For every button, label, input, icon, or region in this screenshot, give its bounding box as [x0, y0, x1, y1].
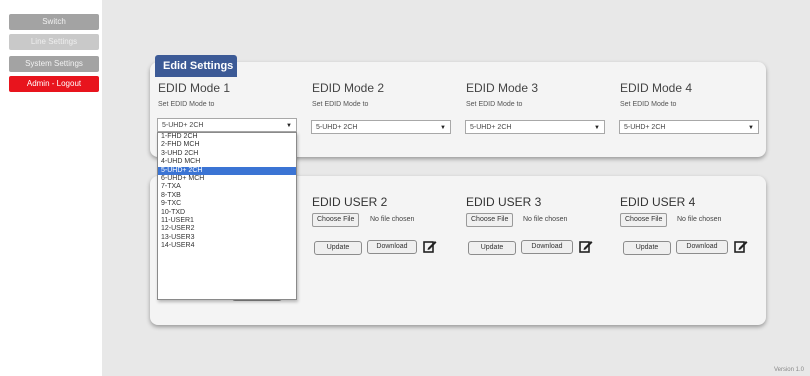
- dropdown-option[interactable]: 14-USER4: [158, 242, 296, 250]
- dropdown-option[interactable]: 12-USER2: [158, 225, 296, 233]
- version-text: Version 1.0: [773, 367, 804, 373]
- edid-settings-tab[interactable]: Edid Settings: [155, 55, 237, 77]
- mode-4-label: Set EDID Mode to: [620, 101, 677, 108]
- mode-3-title: EDID Mode 3: [466, 81, 539, 95]
- dropdown-option[interactable]: 1-FHD 2CH: [158, 133, 296, 141]
- user-3-no-file-text: No file chosen: [523, 216, 568, 223]
- mode-1-value: 5-UHD+ 2CH: [162, 122, 204, 129]
- dropdown-option[interactable]: 10-TXD: [158, 209, 296, 217]
- mode-2-value: 5-UHD+ 2CH: [316, 124, 358, 131]
- user-4-download-button[interactable]: Download: [676, 240, 728, 254]
- nav-system-settings-button[interactable]: System Settings: [9, 56, 99, 72]
- dropdown-option[interactable]: 4-UHD MCH: [158, 158, 296, 166]
- mode-1-label: Set EDID Mode to: [158, 101, 215, 108]
- mode-1-title: EDID Mode 1: [158, 81, 231, 95]
- dropdown-option[interactable]: 13-USER3: [158, 234, 296, 242]
- mode-3-value: 5-UHD+ 2CH: [470, 124, 512, 131]
- left-nav: Switch Line Settings System Settings Adm…: [0, 0, 102, 376]
- chevron-down-icon: ▼: [594, 125, 600, 131]
- mode-4-select[interactable]: 5-UHD+ 2CH ▼: [619, 120, 759, 134]
- user-4-choose-file-button[interactable]: Choose File: [620, 213, 668, 227]
- mode-1-select[interactable]: 5-UHD+ 2CH ▼: [157, 118, 297, 132]
- mode-1-dropdown-list: 1-FHD 2CH 2-FHD MCH 3-UHD 2CH 4-UHD MCH …: [157, 132, 297, 300]
- edit-icon[interactable]: [734, 239, 748, 253]
- dropdown-option[interactable]: 3-UHD 2CH: [158, 150, 296, 158]
- user-2-download-button[interactable]: Download: [367, 240, 417, 254]
- dropdown-option[interactable]: 8-TXB: [158, 192, 296, 200]
- mode-2-select[interactable]: 5-UHD+ 2CH ▼: [311, 120, 451, 134]
- mode-4-value: 5-UHD+ 2CH: [624, 124, 666, 131]
- edit-icon[interactable]: [579, 239, 593, 253]
- user-3-update-button[interactable]: Update: [468, 241, 516, 255]
- nav-logout-button[interactable]: Admin - Logout: [9, 76, 99, 92]
- user-4-update-button[interactable]: Update: [623, 241, 671, 255]
- dropdown-option[interactable]: 11-USER1: [158, 217, 296, 225]
- dropdown-option[interactable]: 6-UHD+ MCH: [158, 175, 296, 183]
- chevron-down-icon: ▼: [748, 125, 754, 131]
- user-2-choose-file-button[interactable]: Choose File: [312, 213, 360, 227]
- chevron-down-icon: ▼: [440, 125, 446, 131]
- user-3-choose-file-button[interactable]: Choose File: [466, 213, 514, 227]
- user-3-title: EDID USER 3: [466, 195, 542, 209]
- dropdown-option[interactable]: 2-FHD MCH: [158, 141, 296, 149]
- mode-3-label: Set EDID Mode to: [466, 101, 523, 108]
- mode-4-title: EDID Mode 4: [620, 81, 693, 95]
- dropdown-option[interactable]: 7-TXA: [158, 183, 296, 191]
- mode-3-select[interactable]: 5-UHD+ 2CH ▼: [465, 120, 605, 134]
- dropdown-option-selected[interactable]: 5-UHD+ 2CH: [158, 166, 296, 175]
- mode-2-title: EDID Mode 2: [312, 81, 385, 95]
- user-2-title: EDID USER 2: [312, 195, 388, 209]
- nav-switch-button[interactable]: Switch: [9, 14, 99, 30]
- user-4-title: EDID USER 4: [620, 195, 696, 209]
- user-4-no-file-text: No file chosen: [677, 216, 722, 223]
- user-2-no-file-text: No file chosen: [370, 216, 415, 223]
- chevron-down-icon: ▼: [286, 123, 292, 129]
- edit-icon[interactable]: [423, 239, 437, 253]
- nav-line-settings-button[interactable]: Line Settings: [9, 34, 99, 50]
- user-3-download-button[interactable]: Download: [521, 240, 573, 254]
- mode-2-label: Set EDID Mode to: [312, 101, 369, 108]
- user-2-update-button[interactable]: Update: [314, 241, 362, 255]
- dropdown-option[interactable]: 9-TXC: [158, 200, 296, 208]
